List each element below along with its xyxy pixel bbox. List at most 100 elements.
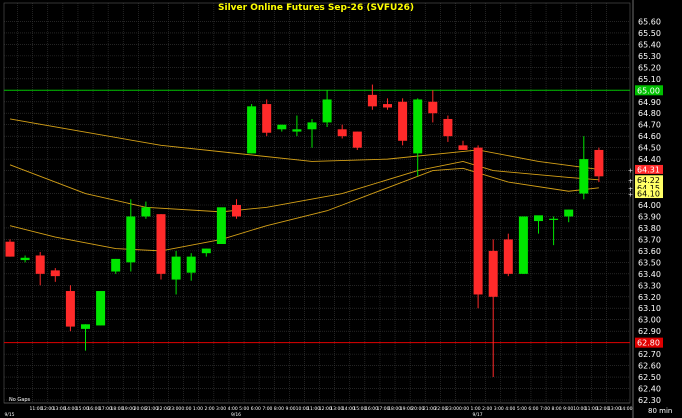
price-tag-label: 64.31	[637, 165, 660, 174]
candle-body	[292, 129, 302, 132]
x-time-label: 23:00	[446, 406, 459, 412]
chart-svg: 62.30 62.40 62.50 62.60 62.70 62.80 62.90 63.00…	[0, 0, 682, 418]
x-time-label: 1:00	[471, 406, 481, 412]
x-time-label: 4:00	[228, 406, 238, 412]
price-tag-marker: +	[628, 192, 633, 199]
chart-background	[0, 0, 682, 418]
candle-body	[383, 104, 392, 108]
x-time-label: 1:00	[193, 406, 203, 412]
candle-body	[126, 216, 136, 263]
x-time-label: 6:00	[528, 406, 538, 412]
y-tick-label: 62.30	[638, 396, 661, 405]
candle-body	[277, 124, 287, 130]
candle-body	[413, 99, 423, 154]
x-time-label: 9:00	[563, 406, 573, 412]
x-time-label: 8:00	[552, 406, 562, 412]
candle-body	[398, 101, 408, 141]
candle-body	[594, 149, 604, 177]
y-tick-label: 65.40	[638, 40, 661, 49]
candle-body	[488, 250, 498, 297]
candle-body	[96, 291, 106, 326]
candle-body	[443, 118, 453, 137]
candle-body	[367, 94, 377, 107]
y-tick-label: 64.40	[638, 155, 661, 164]
candle-body	[534, 215, 543, 222]
candle-body	[428, 101, 438, 114]
y-tick-label: 63.70	[638, 235, 661, 244]
x-time-label: 5:00	[517, 406, 527, 412]
candle-body	[473, 147, 483, 295]
y-tick-label: 65.10	[638, 75, 661, 84]
x-time-label: 3:00	[216, 406, 226, 412]
candle-body	[201, 248, 211, 254]
candle-body	[564, 209, 574, 217]
candle-body	[156, 214, 166, 274]
y-tick-label: 64.90	[638, 98, 661, 107]
y-tick-label: 63.20	[638, 293, 661, 302]
candle-body	[50, 270, 60, 277]
y-tick-label: 63.50	[638, 258, 661, 267]
y-tick-label: 63.80	[638, 224, 661, 233]
candle-body	[5, 241, 15, 257]
x-time-label: 7:00	[262, 406, 272, 412]
x-time-label: 0:00	[459, 406, 469, 412]
chart-title: Silver Online Futures Sep-26 (SVFU26)	[218, 3, 414, 13]
y-tick-label: 65.60	[638, 17, 661, 26]
x-time-label: 2:00	[204, 406, 214, 412]
y-tick-label: 65.30	[638, 52, 661, 61]
candle-body	[518, 216, 528, 274]
candle-body	[549, 218, 559, 220]
y-tick-label: 63.30	[638, 281, 661, 290]
x-time-label: 8:00	[274, 406, 284, 412]
y-tick-label: 62.90	[638, 327, 661, 336]
candle-body	[247, 106, 257, 154]
x-time-label: 0:00	[181, 406, 191, 412]
reference-line-label-upper: 65.00	[637, 86, 660, 95]
candle-body	[262, 104, 272, 133]
y-tick-label: 64.50	[638, 144, 661, 153]
y-tick-label: 62.70	[638, 350, 661, 359]
y-tick-label: 63.90	[638, 212, 661, 221]
candle-body	[141, 207, 151, 217]
candle-body	[35, 255, 45, 274]
x-time-label: 7:00	[540, 406, 550, 412]
candle-body	[307, 122, 317, 130]
y-tick-label: 63.00	[638, 316, 661, 325]
candle-body	[65, 291, 75, 327]
price-tag-marker: +	[628, 178, 633, 185]
candle-body	[216, 207, 226, 244]
x-time-label: 4:00	[505, 406, 515, 412]
y-tick-label: 63.40	[638, 270, 661, 279]
y-tick-label: 62.50	[638, 373, 661, 382]
x-time-label: 3:00	[494, 406, 504, 412]
x-date-label: 9/17	[473, 412, 483, 418]
timeframe-label: 80 min	[648, 407, 672, 415]
x-time-label: 2:00	[482, 406, 492, 412]
candle-body	[20, 257, 30, 261]
x-time-label: 5:00	[239, 406, 249, 412]
x-time-label: 6:00	[251, 406, 261, 412]
price-tag-marker: +	[628, 167, 633, 174]
x-time-label: 23:00	[168, 406, 181, 412]
y-tick-label: 64.70	[638, 121, 661, 130]
candle-body	[322, 99, 332, 123]
candle-body	[232, 205, 241, 217]
y-tick-label: 64.60	[638, 132, 661, 141]
x-date-label: 9/16	[231, 412, 241, 418]
no-gaps-label: No Gaps	[9, 397, 31, 403]
candle-body	[81, 324, 90, 329]
y-tick-label: 63.10	[638, 304, 661, 313]
y-tick-label: 65.20	[638, 63, 661, 72]
price-tag-label: 64.10	[637, 190, 660, 199]
y-tick-label: 62.60	[638, 362, 661, 371]
candle-body	[171, 256, 181, 280]
candle-body	[337, 129, 347, 137]
y-tick-label: 63.60	[638, 247, 661, 256]
candle-body	[579, 159, 589, 194]
y-tick-label: 64.80	[638, 109, 661, 118]
reference-line-label-lower: 62.80	[637, 339, 660, 348]
x-date-label: 9/15	[4, 412, 14, 418]
y-tick-label: 65.50	[638, 29, 661, 38]
chart: 62.30 62.40 62.50 62.60 62.70 62.80 62.90 63.00…	[0, 0, 682, 418]
x-time-label: 14:00	[620, 406, 633, 412]
